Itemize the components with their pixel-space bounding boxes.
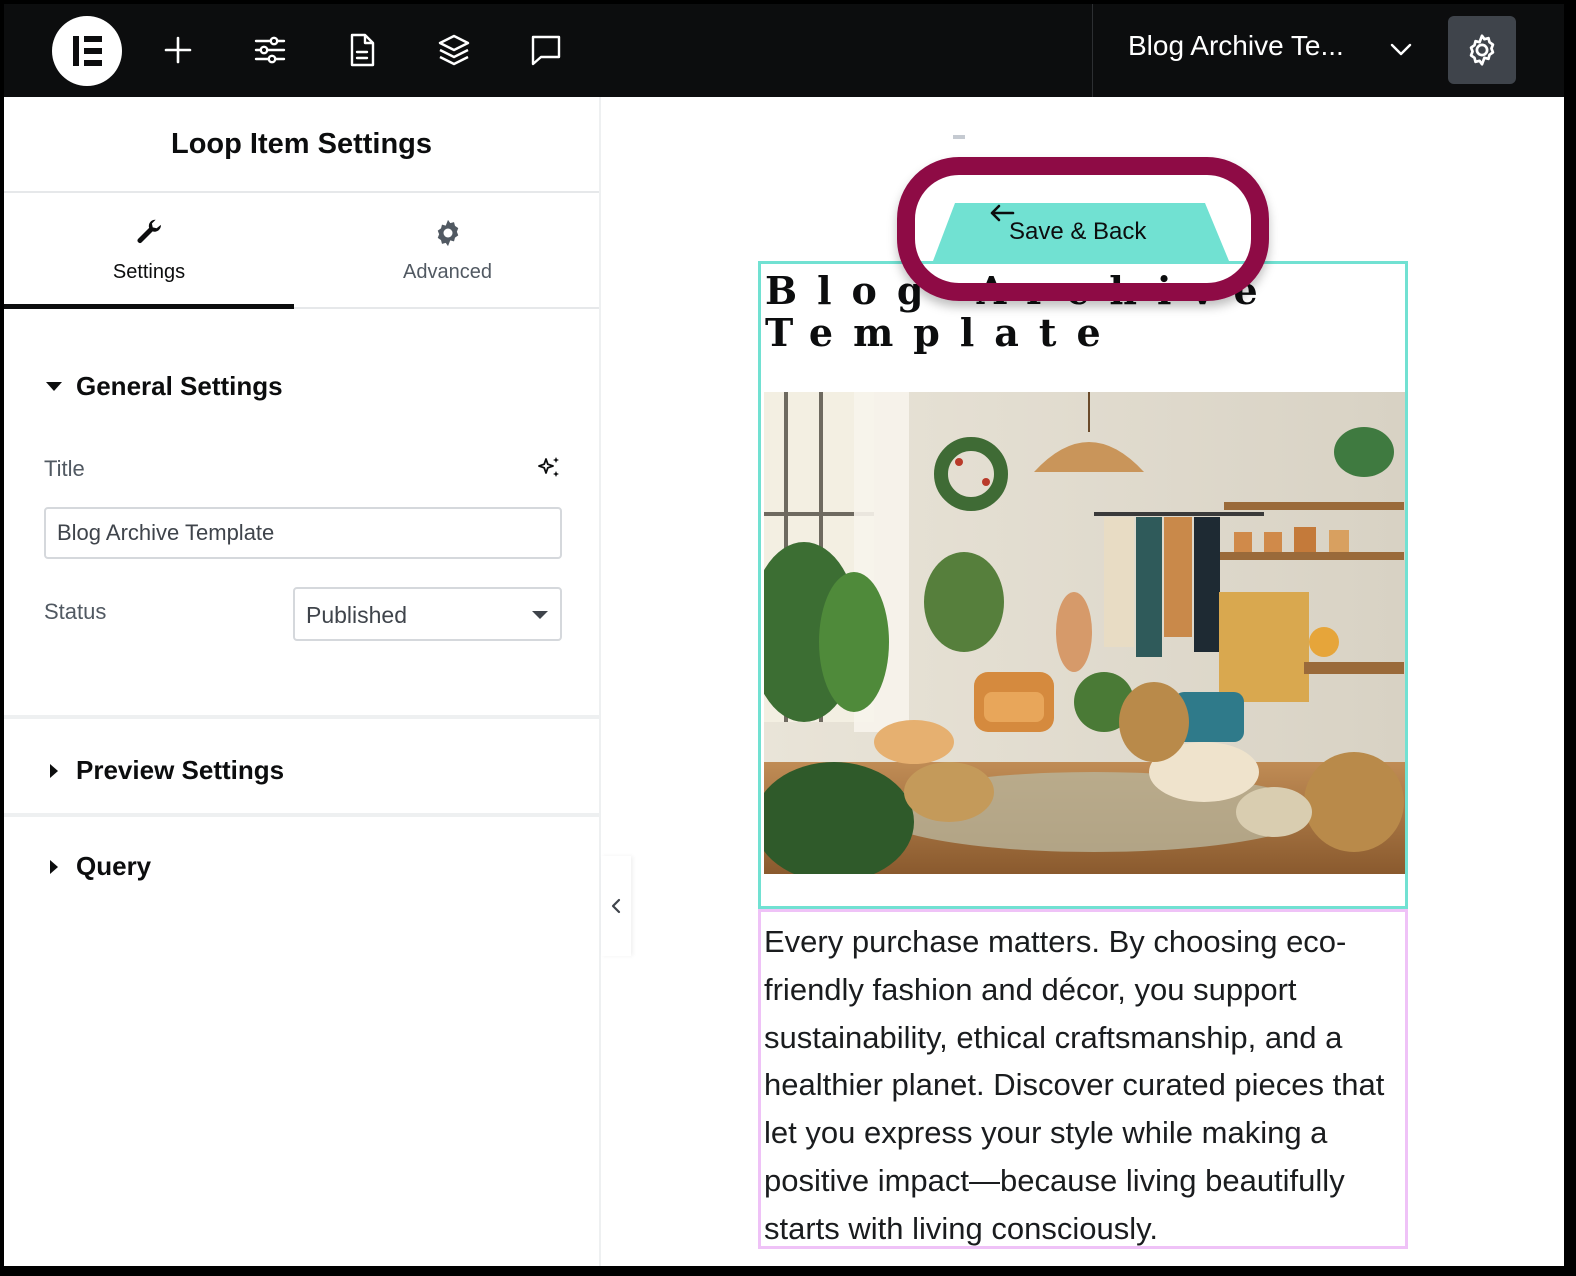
featured-image[interactable] (764, 392, 1405, 874)
post-excerpt-container[interactable]: Every purchase matters. By choosing eco-… (758, 909, 1408, 1249)
gear-icon (432, 217, 464, 249)
page-settings-button[interactable] (1448, 16, 1516, 84)
chevron-left-icon (611, 898, 621, 914)
comments-icon[interactable] (524, 28, 568, 72)
title-input[interactable] (44, 507, 562, 559)
preview-settings-label: Preview Settings (76, 755, 285, 785)
save-and-back-label: Save & Back (1009, 218, 1147, 245)
wrench-icon (133, 217, 165, 249)
gear-icon (1469, 34, 1495, 66)
editor-frame: Blog Archive Te... Loop Item Settings Se… (4, 4, 1564, 1266)
caret-right-icon (50, 859, 58, 874)
topbar-divider (1092, 4, 1093, 97)
drag-handle[interactable] (953, 135, 965, 139)
add-icon[interactable] (156, 28, 200, 72)
elementor-logo-icon[interactable] (52, 16, 122, 86)
query-toggle[interactable]: Query (50, 851, 151, 882)
preview-canvas: Blog Archive Template Every purchase mat… (603, 97, 1564, 1266)
page-icon[interactable] (340, 28, 384, 72)
general-settings-toggle[interactable]: General Settings (46, 371, 283, 402)
tab-settings-label: Settings (112, 261, 186, 283)
panel-title: Loop Item Settings (171, 127, 432, 160)
chevron-down-icon[interactable] (1386, 34, 1416, 64)
panel-tabs: Settings Advanced (4, 193, 599, 309)
collapse-panel-button[interactable] (601, 856, 631, 956)
preview-settings-toggle[interactable]: Preview Settings (50, 755, 284, 786)
caret-down-icon (46, 382, 62, 391)
arrow-left-icon (990, 204, 1015, 222)
query-label: Query (76, 851, 152, 881)
save-and-back-button[interactable]: Save & Back (933, 203, 1229, 261)
status-select-value: Published (306, 602, 408, 628)
status-select[interactable]: Published (293, 587, 562, 641)
status-label: Status (44, 599, 107, 624)
layers-icon[interactable] (432, 28, 476, 72)
ai-sparkle-icon[interactable] (536, 455, 562, 481)
preview-settings-section: Preview Settings (4, 723, 601, 817)
tab-settings[interactable]: Settings (4, 193, 294, 309)
site-settings-sliders-icon[interactable] (248, 28, 292, 72)
select-arrow-icon (532, 611, 548, 619)
panel-header: Loop Item Settings (4, 97, 599, 193)
tab-advanced-label: Advanced (403, 261, 492, 283)
caret-right-icon (50, 763, 58, 778)
query-section: Query (4, 819, 601, 913)
general-settings-label: General Settings (76, 371, 283, 401)
title-label: Title (44, 456, 85, 481)
document-title[interactable]: Blog Archive Te... (1128, 30, 1344, 62)
top-bar: Blog Archive Te... (4, 4, 1564, 97)
post-title[interactable]: Blog Archive Template (765, 270, 1365, 354)
post-excerpt: Every purchase matters. By choosing eco-… (764, 924, 1385, 1246)
loop-item-container[interactable]: Blog Archive Template (758, 261, 1408, 909)
settings-panel: Loop Item Settings Settings Advanced Gen… (4, 97, 601, 1266)
tab-advanced[interactable]: Advanced (294, 193, 601, 307)
